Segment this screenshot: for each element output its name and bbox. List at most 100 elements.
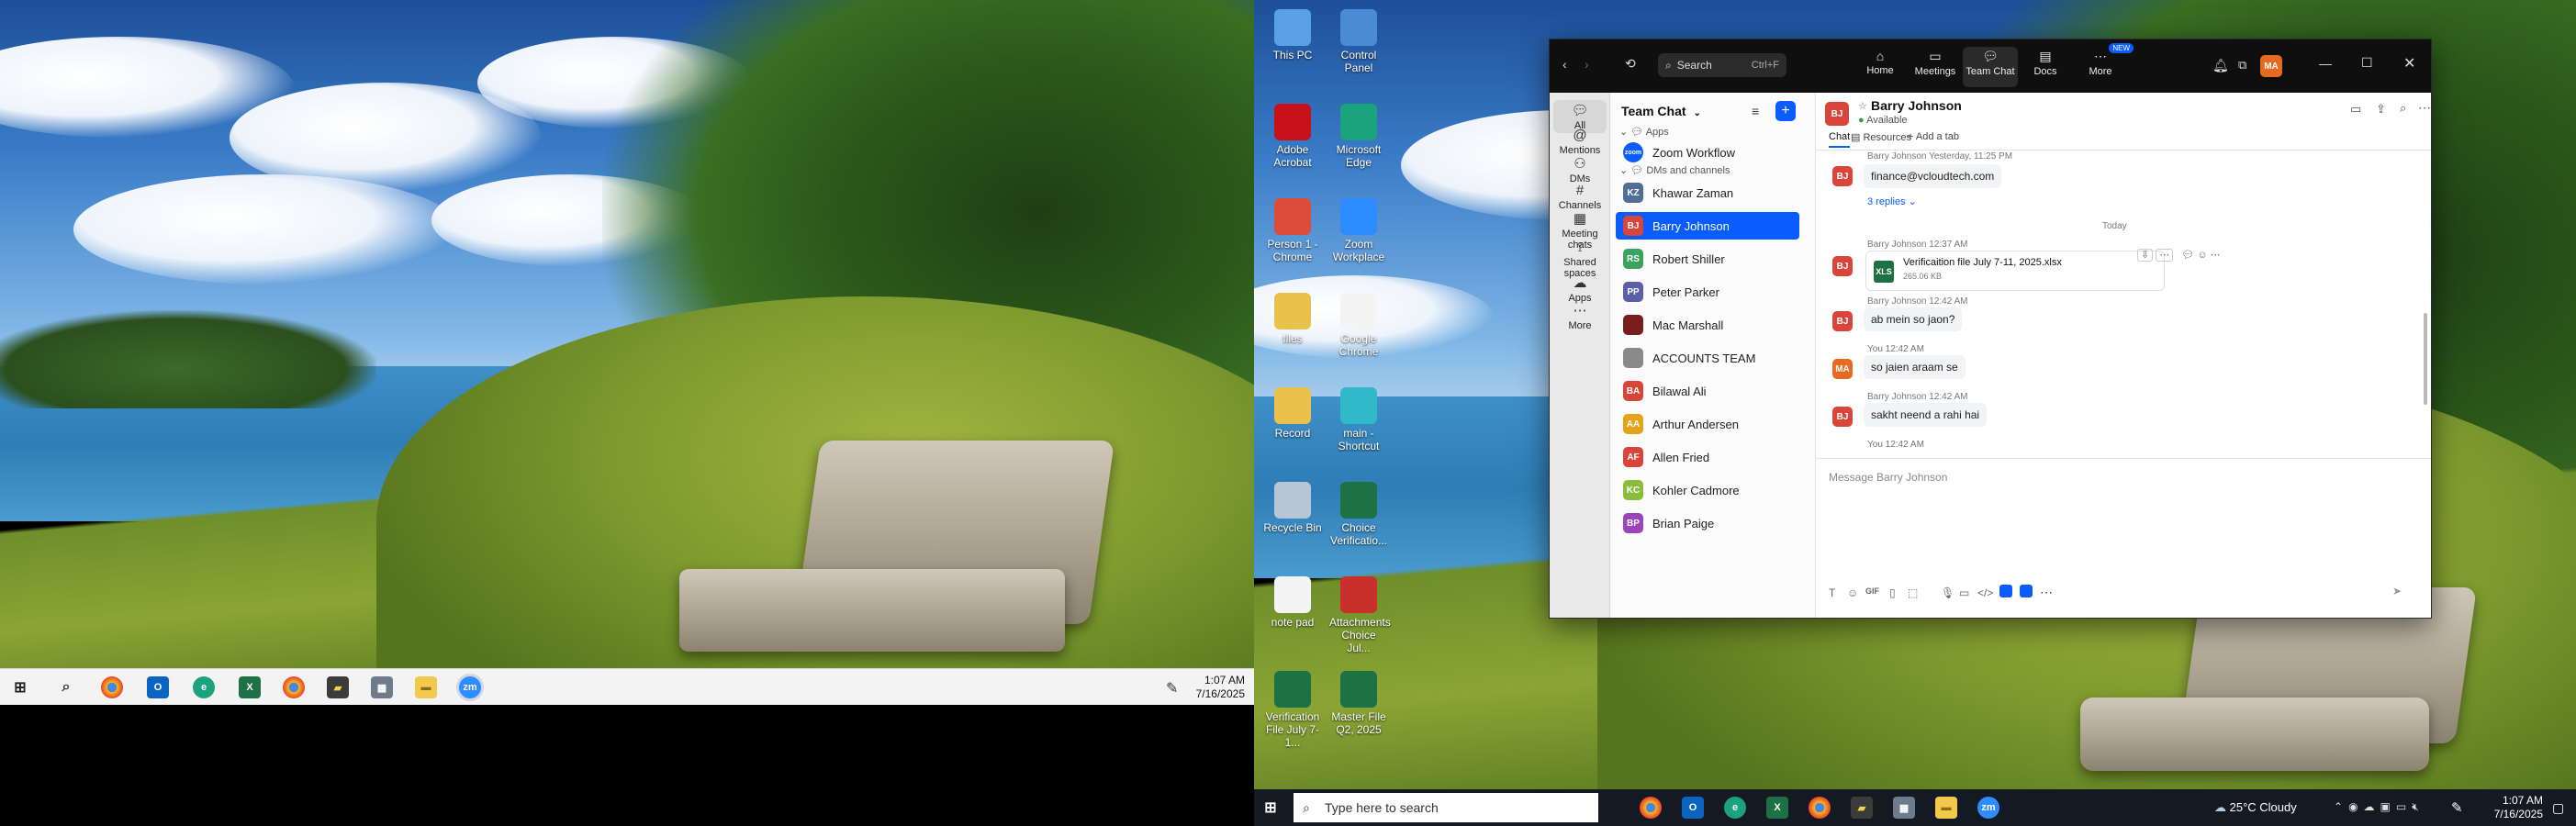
zoom-icon[interactable]: zm xyxy=(459,676,481,698)
desktop-icon[interactable]: This PC xyxy=(1263,9,1322,61)
chrome-icon[interactable] xyxy=(1640,797,1662,819)
attach-file-icon[interactable]: ▯ xyxy=(1889,586,1896,599)
contact-row[interactable]: AF Allen Fried xyxy=(1616,443,1799,471)
tab-chat[interactable]: Chat xyxy=(1829,131,1851,148)
contact-row[interactable]: BP Brian Paige xyxy=(1616,509,1799,537)
rail-item-channels[interactable]: # Channels xyxy=(1553,183,1607,211)
more-options-icon[interactable]: ⋯ xyxy=(2418,100,2431,116)
edge-icon[interactable]: e xyxy=(193,676,215,698)
desktop-icon[interactable]: files xyxy=(1263,293,1322,345)
sticky-notes-icon[interactable]: ▰ xyxy=(327,676,349,698)
contact-row[interactable]: PP Peter Parker xyxy=(1616,278,1799,306)
sticky-notes-icon[interactable]: ▰ xyxy=(1851,797,1873,819)
video-call-icon[interactable]: ▭ xyxy=(2350,102,2361,117)
search-icon[interactable]: ⌕ xyxy=(55,676,77,698)
screenshot-icon[interactable]: ⬚ xyxy=(1908,586,1918,599)
message-more-icon[interactable]: ⋯ xyxy=(2211,250,2221,261)
send-icon[interactable]: ➤ xyxy=(2392,585,2402,597)
contact-row[interactable]: Mac Marshall xyxy=(1616,311,1799,339)
filter-icon[interactable]: ≡ xyxy=(1752,104,1759,118)
windows-start-icon[interactable]: ⊞ xyxy=(1260,797,1282,819)
pen-tray-icon[interactable]: ✎ xyxy=(2451,799,2463,816)
desktop-icon[interactable]: Google Chrome xyxy=(1329,293,1388,358)
history-icon[interactable]: ⟲ xyxy=(1625,56,1636,72)
rail-item-mentions[interactable]: @ Mentions xyxy=(1553,128,1607,156)
contact-name[interactable]: Barry Johnson xyxy=(1871,98,1962,113)
message-bubble[interactable]: finance@vcloudtech.com xyxy=(1864,164,2002,188)
desktop-icon[interactable]: Adobe Acrobat xyxy=(1263,104,1322,169)
tab-team-chat[interactable]: 💬︎ Team Chat xyxy=(1963,47,2018,87)
maximize-button[interactable]: ☐ xyxy=(2361,55,2373,71)
windows-start-icon[interactable]: ⊞ xyxy=(9,676,31,698)
desktop-icon[interactable]: Verification File July 7-1... xyxy=(1263,671,1322,749)
desktop-icon[interactable]: Attachments Choice Jul... xyxy=(1329,576,1391,654)
outlook-icon[interactable]: O xyxy=(147,676,169,698)
pen-tray-icon[interactable]: ✎ xyxy=(1166,679,1178,698)
taskbar-search-input[interactable]: ⌕ Type here to search xyxy=(1294,793,1598,822)
message-bubble[interactable]: so jaien araam se xyxy=(1864,355,1966,379)
rail-item-dms[interactable]: ⚇ DMs xyxy=(1553,155,1607,184)
contact-row[interactable]: ACCOUNTS TEAM xyxy=(1616,344,1799,372)
network-icon[interactable]: ▭ xyxy=(2396,800,2412,813)
excel-icon[interactable]: X xyxy=(1766,797,1788,819)
message-input[interactable]: Message Barry Johnson xyxy=(1829,471,2416,563)
app-icon-1[interactable] xyxy=(1999,585,2012,597)
video-message-icon[interactable]: ▭ xyxy=(1959,586,1969,599)
contact-row[interactable]: BJ Barry Johnson xyxy=(1616,212,1799,240)
chrome-icon[interactable] xyxy=(101,676,123,698)
file-more-icon[interactable]: ⋯ xyxy=(2156,249,2174,262)
rail-item-more[interactable]: ⋯ More xyxy=(1553,302,1607,331)
desktop-icon[interactable]: Recycle Bin xyxy=(1263,482,1322,534)
contact-row[interactable]: AA Arthur Andersen xyxy=(1616,410,1799,438)
chat-search-icon[interactable]: ⌕ xyxy=(2400,101,2406,116)
rail-item-shared-spaces[interactable]: ⟟ Shared spaces xyxy=(1553,240,1607,279)
calculator-icon[interactable]: ▦ xyxy=(1893,797,1915,819)
outlook-icon[interactable]: O xyxy=(1682,797,1704,819)
new-chat-button[interactable]: + xyxy=(1775,101,1796,121)
volume-icon[interactable]: 🔇︎ xyxy=(2412,800,2425,813)
weather-widget[interactable]: ☁ 25°C Cloudy xyxy=(2214,800,2297,815)
tab-more[interactable]: ⋯ More NEW xyxy=(2073,43,2134,87)
chrome-profile-icon[interactable] xyxy=(283,676,305,698)
thread-replies-link[interactable]: 3 replies ⌄ xyxy=(1867,195,1917,207)
file-explorer-icon[interactable]: ▬ xyxy=(1935,797,1957,819)
file-explorer-icon[interactable]: ▬ xyxy=(415,676,437,698)
chat-scrollbar[interactable] xyxy=(2424,313,2427,405)
gif-button[interactable]: GIF xyxy=(1865,586,1879,596)
list-title[interactable]: Team Chat ⌄ xyxy=(1621,104,1701,118)
tray-app-icon-2[interactable]: ▣ xyxy=(2380,800,2396,813)
onedrive-icon[interactable]: ☁ xyxy=(2364,800,2380,813)
desktop-icon[interactable]: note pad xyxy=(1263,576,1322,629)
tab-home[interactable]: ⌂ Home xyxy=(1853,47,1908,87)
tray-app-icon[interactable]: ◉ xyxy=(2348,800,2363,813)
text-format-icon[interactable]: T xyxy=(1829,586,1835,599)
contact-row[interactable]: KC Kohler Cadmore xyxy=(1616,476,1799,504)
calculator-icon[interactable]: ▦ xyxy=(371,676,393,698)
list-item-zoom-workflow[interactable]: zoom Zoom Workflow xyxy=(1616,139,1799,166)
tab-resources[interactable]: ▤ Resources xyxy=(1851,131,1911,143)
zoom-search-box[interactable]: ⌕ Search Ctrl+F xyxy=(1658,53,1786,77)
minimize-button[interactable]: — xyxy=(2319,56,2332,71)
contact-row[interactable]: BA Bilawal Ali xyxy=(1616,377,1799,405)
download-icon[interactable]: ⇩ xyxy=(2137,249,2154,262)
zoom-icon[interactable]: zm xyxy=(1977,797,1999,819)
message-bubble[interactable]: ab mein so jaon? xyxy=(1864,307,1963,331)
contact-row[interactable]: KZ Khawar Zaman xyxy=(1616,179,1799,206)
tab-docs[interactable]: ▤ Docs xyxy=(2018,47,2073,87)
app-icon-2[interactable] xyxy=(2020,585,2033,597)
chevron-up-icon[interactable]: ⌃ xyxy=(2334,800,2348,813)
desktop-icon[interactable]: Choice Verificatio... xyxy=(1329,482,1388,547)
window-icon[interactable]: ⧉ xyxy=(2238,58,2246,73)
bell-icon[interactable]: 🔔︎ xyxy=(2212,58,2229,73)
tab-meetings[interactable]: ▭ Meetings xyxy=(1908,47,1963,87)
message-bubble[interactable]: sakht neend a rahi hai xyxy=(1864,403,1988,427)
desktop-icon[interactable]: Microsoft Edge xyxy=(1329,104,1388,169)
desktop-icon[interactable]: Record xyxy=(1263,387,1322,440)
section-apps[interactable]: ⌄ 💬︎ Apps xyxy=(1619,126,1669,138)
desktop-icon[interactable]: Zoom Workplace xyxy=(1329,198,1388,263)
chrome-profile-icon[interactable] xyxy=(1809,797,1831,819)
audio-message-icon[interactable]: 🎙︎ xyxy=(1941,586,1954,599)
contact-row[interactable]: RS Robert Shiller xyxy=(1616,245,1799,273)
tab-add[interactable]: + Add a tab xyxy=(1908,131,1959,142)
share-icon[interactable]: ⇪ xyxy=(2376,102,2386,117)
